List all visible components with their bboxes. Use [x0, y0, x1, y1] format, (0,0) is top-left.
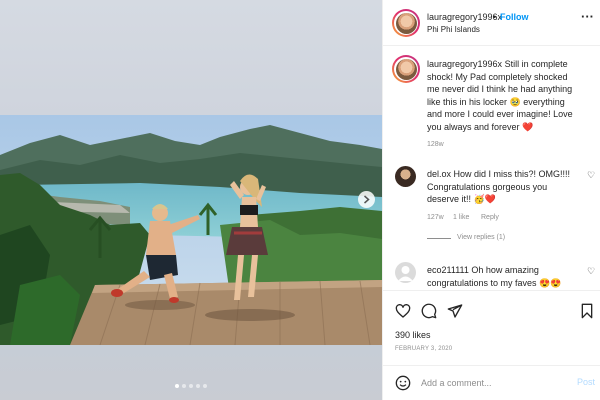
carousel-dot[interactable]	[175, 384, 179, 388]
share-icon[interactable]	[447, 303, 463, 319]
like-comment-heart-icon[interactable]: ♡	[587, 170, 595, 181]
bookmark-icon[interactable]	[579, 303, 595, 319]
commenter-avatar[interactable]	[395, 262, 416, 283]
post-photo[interactable]	[0, 115, 382, 345]
caption-time[interactable]: 128w	[427, 141, 444, 148]
comment-icon[interactable]	[421, 303, 437, 319]
carousel-dot[interactable]	[189, 384, 193, 388]
carousel-dot[interactable]	[203, 384, 207, 388]
comment: del.ox How did I miss this?! OMG!!!! Con…	[427, 169, 571, 204]
header-username[interactable]: lauragregory1996x	[427, 12, 502, 22]
media-bottom-band	[0, 345, 382, 400]
view-replies-button[interactable]: View replies (1)	[457, 234, 505, 241]
comment-input[interactable]	[421, 376, 571, 390]
post-details-panel: lauragregory1996x • Follow Phi Phi Islan…	[382, 0, 600, 400]
replies-divider	[427, 238, 451, 239]
emoji-icon[interactable]	[395, 375, 411, 391]
add-comment-bar: Post	[383, 365, 600, 400]
like-comment-heart-icon[interactable]: ♡	[587, 266, 595, 277]
post-media	[0, 0, 382, 400]
caption-username[interactable]: lauragregory1996x	[427, 59, 502, 69]
post-header: lauragregory1996x • Follow Phi Phi Islan…	[383, 0, 600, 46]
post-date: FEBRUARY 3, 2020	[395, 346, 453, 352]
location-link[interactable]: Phi Phi Islands	[427, 25, 480, 34]
carousel-dots	[0, 384, 382, 388]
proposal-photo	[0, 115, 382, 345]
reply-button[interactable]: Reply	[481, 214, 499, 221]
caption: lauragregory1996x Still in complete shoc…	[427, 59, 573, 132]
comment: eco211111 Oh how amazing congratulations…	[427, 265, 562, 288]
chevron-right-icon[interactable]	[358, 191, 375, 208]
action-bar	[383, 290, 600, 320]
avatar[interactable]	[395, 12, 417, 34]
likes-count[interactable]: 390 likes	[395, 330, 431, 340]
caption-avatar[interactable]	[395, 58, 417, 80]
post-comment-button[interactable]: Post	[577, 377, 595, 387]
carousel-dot[interactable]	[196, 384, 200, 388]
carousel-dot[interactable]	[182, 384, 186, 388]
follow-button[interactable]: Follow	[500, 12, 529, 22]
more-horizontal-icon[interactable]: ···	[581, 10, 594, 23]
media-top-band	[0, 0, 382, 115]
comment-time[interactable]: 127w	[427, 214, 444, 221]
comment-username[interactable]: del.ox	[427, 169, 451, 179]
comment-likes[interactable]: 1 like	[453, 214, 469, 221]
comment-username[interactable]: eco211111	[427, 265, 469, 275]
header-separator: •	[493, 12, 497, 22]
commenter-avatar[interactable]	[395, 166, 416, 187]
heart-icon[interactable]	[395, 303, 411, 319]
